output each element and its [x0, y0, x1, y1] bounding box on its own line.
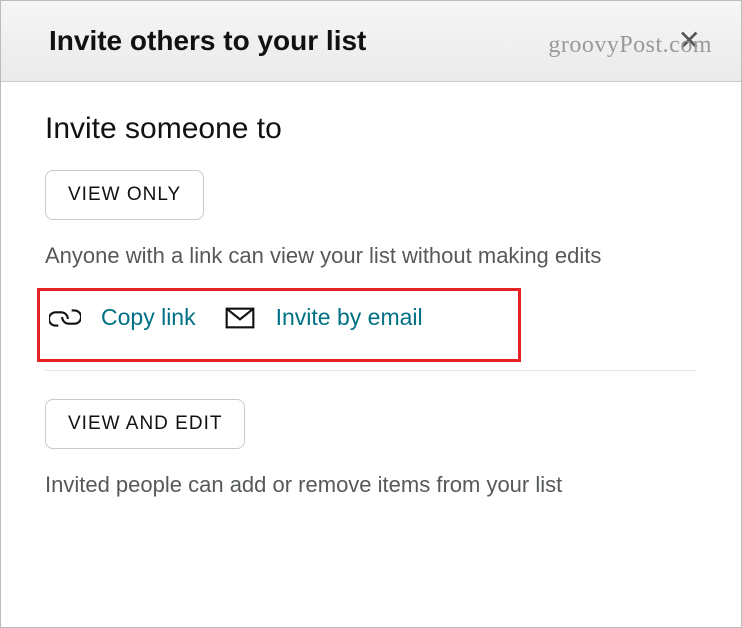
view-and-edit-description: Invited people can add or remove items f…	[45, 469, 697, 501]
view-and-edit-button[interactable]: VIEW AND EDIT	[45, 399, 245, 449]
close-icon[interactable]: ✕	[678, 27, 701, 55]
mail-icon	[224, 302, 256, 334]
view-only-actions: Copy link Invite by email	[45, 290, 697, 352]
invite-by-email-action[interactable]: Invite by email	[224, 302, 423, 334]
modal-content: Invite someone to VIEW ONLY Anyone with …	[1, 82, 741, 627]
section-title: Invite someone to	[45, 112, 697, 146]
section-divider	[45, 370, 697, 371]
invite-by-email-label: Invite by email	[276, 304, 423, 331]
modal-header: Invite others to your list ✕	[1, 1, 741, 82]
copy-link-label: Copy link	[101, 304, 196, 331]
copy-link-action[interactable]: Copy link	[49, 302, 196, 334]
link-icon	[49, 302, 81, 334]
view-only-description: Anyone with a link can view your list wi…	[45, 240, 697, 272]
invite-modal: groovyPost.com Invite others to your lis…	[0, 0, 742, 628]
view-only-button[interactable]: VIEW ONLY	[45, 170, 204, 220]
modal-title: Invite others to your list	[49, 25, 366, 57]
